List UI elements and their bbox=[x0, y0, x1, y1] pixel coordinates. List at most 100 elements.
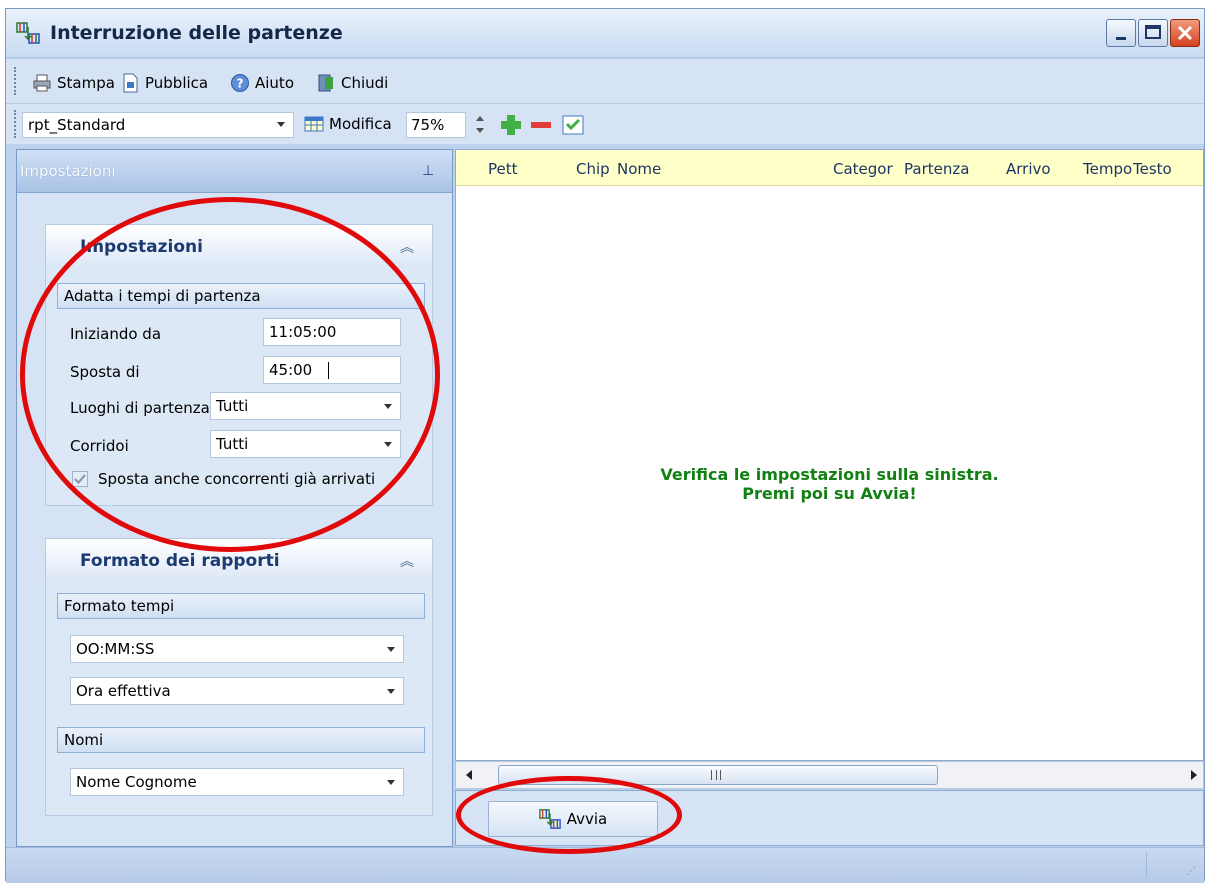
scroll-left-icon[interactable] bbox=[466, 770, 472, 780]
start-from-value: 11:05:00 bbox=[269, 323, 337, 341]
start-places-label: Luoghi di partenza bbox=[70, 399, 210, 417]
corridors-select[interactable]: Tutti bbox=[210, 430, 401, 458]
column-header-pett[interactable]: Pett bbox=[488, 160, 518, 178]
start-places-select[interactable]: Tutti bbox=[210, 392, 401, 420]
maximize-icon bbox=[1145, 25, 1161, 39]
publish-button[interactable]: Pubblica bbox=[120, 73, 208, 93]
settings-group: Impostazioni ︽ Adatta i tempi di partenz… bbox=[45, 224, 433, 506]
toolbar-grip[interactable] bbox=[14, 67, 20, 95]
settings-group-header[interactable]: Impostazioni ︽ bbox=[46, 225, 432, 267]
zoom-out-button[interactable] bbox=[528, 112, 554, 138]
start-button-label: Avvia bbox=[566, 810, 608, 828]
time-type-select[interactable]: Ora effettiva bbox=[70, 677, 404, 705]
status-bar: ⋰ bbox=[6, 847, 1204, 883]
report-format-group-title: Formato dei rapporti bbox=[80, 551, 280, 571]
start-places-value: Tutti bbox=[216, 397, 249, 415]
chevron-down-icon bbox=[387, 780, 395, 785]
column-header-chip[interactable]: Chip bbox=[576, 160, 610, 178]
edit-button[interactable]: Modifica bbox=[304, 114, 392, 134]
zoom-input[interactable]: 75% bbox=[406, 112, 466, 138]
checkmark-icon bbox=[74, 474, 86, 485]
help-button[interactable]: ? Aiuto bbox=[230, 73, 294, 93]
start-from-label: Iniziando da bbox=[70, 325, 162, 343]
column-header-partenza[interactable]: Partenza bbox=[904, 160, 969, 178]
names-label: Nomi bbox=[64, 731, 104, 749]
zoom-in-button[interactable] bbox=[498, 112, 524, 138]
print-button[interactable]: Stampa bbox=[32, 73, 115, 93]
instruction-message: Verifica le impostazioni sulla sinistra.… bbox=[456, 465, 1203, 503]
time-format-select[interactable]: OO:MM:SS bbox=[70, 635, 404, 663]
shift-arrived-label: Sposta anche concorrenti già arrivati bbox=[98, 470, 376, 488]
action-area: Avvia bbox=[455, 790, 1204, 846]
corridors-label: Corridoi bbox=[70, 437, 129, 455]
time-format-value: OO:MM:SS bbox=[76, 640, 155, 658]
close-button[interactable]: Chiudi bbox=[316, 73, 388, 93]
shift-arrived-checkbox[interactable] bbox=[72, 471, 88, 487]
close-icon bbox=[1177, 25, 1193, 41]
edit-label: Modifica bbox=[329, 115, 392, 133]
help-icon: ? bbox=[231, 74, 249, 92]
publish-document-icon bbox=[123, 73, 138, 93]
instruction-line-1: Verifica le impostazioni sulla sinistra. bbox=[660, 465, 999, 484]
column-header-arrivo[interactable]: Arrivo bbox=[1006, 160, 1051, 178]
maximize-button[interactable] bbox=[1138, 19, 1168, 47]
minimize-button[interactable] bbox=[1106, 19, 1136, 47]
report-template-select[interactable]: rpt_Standard bbox=[22, 112, 294, 138]
close-window-button[interactable] bbox=[1170, 19, 1200, 47]
instruction-line-2: Premi poi su Avvia! bbox=[742, 484, 917, 503]
names-subheader: Nomi bbox=[57, 727, 425, 753]
settings-group-title: Impostazioni bbox=[80, 237, 203, 257]
toolbar-grip[interactable] bbox=[14, 110, 20, 138]
report-format-group: Formato dei rapporti ︽ Formato tempi OO:… bbox=[45, 538, 433, 816]
settings-panel: Impostazioni ⊥ Impostazioni ︽ Adatta i t… bbox=[16, 149, 453, 847]
minimize-icon bbox=[1116, 37, 1126, 40]
time-type-value: Ora effettiva bbox=[76, 682, 171, 700]
column-header-testo[interactable]: Testo bbox=[1133, 160, 1172, 178]
minus-icon bbox=[531, 122, 551, 128]
close-label: Chiudi bbox=[341, 74, 389, 92]
settings-panel-header: Impostazioni ⊥ bbox=[17, 150, 452, 193]
app-logo-icon bbox=[16, 22, 40, 44]
status-divider bbox=[1146, 852, 1147, 878]
time-format-subheader: Formato tempi bbox=[57, 593, 425, 619]
horizontal-scrollbar[interactable] bbox=[455, 761, 1204, 789]
start-button[interactable]: Avvia bbox=[488, 801, 658, 837]
shift-by-input[interactable]: 45:00 bbox=[263, 356, 401, 384]
collapse-icon[interactable]: ︽ bbox=[400, 237, 414, 257]
names-format-select[interactable]: Nome Cognome bbox=[70, 768, 404, 796]
column-header-categor[interactable]: Categor bbox=[833, 160, 893, 178]
fit-page-button[interactable] bbox=[560, 112, 586, 138]
column-header-tempo[interactable]: Tempo bbox=[1083, 160, 1132, 178]
adjust-times-label: Adatta i tempi di partenza bbox=[64, 287, 261, 305]
grid-header: Pett Chip Nome Categor Partenza Arrivo T… bbox=[456, 150, 1203, 186]
exit-door-icon bbox=[318, 74, 333, 92]
pin-icon[interactable]: ⊥ bbox=[422, 163, 434, 179]
shift-by-label: Sposta di bbox=[70, 363, 140, 381]
fit-page-icon bbox=[562, 115, 584, 135]
scroll-right-icon[interactable] bbox=[1191, 770, 1197, 780]
scrollbar-thumb[interactable] bbox=[498, 765, 938, 785]
zoom-value: 75% bbox=[411, 116, 445, 134]
print-label: Stampa bbox=[57, 74, 115, 92]
title-bar: Interruzione delle partenze bbox=[6, 9, 1204, 58]
chevron-down-icon bbox=[387, 647, 395, 652]
window-title: Interruzione delle partenze bbox=[50, 22, 343, 44]
resize-grip-icon[interactable]: ⋰ bbox=[1186, 866, 1196, 877]
start-from-input[interactable]: 11:05:00 bbox=[263, 318, 401, 346]
table-icon bbox=[304, 116, 324, 132]
settings-panel-title: Impostazioni bbox=[20, 162, 116, 180]
report-template-value: rpt_Standard bbox=[28, 116, 126, 134]
plus-icon bbox=[501, 115, 521, 135]
zoom-stepper[interactable] bbox=[474, 113, 486, 137]
chevron-down-icon bbox=[476, 128, 484, 133]
time-format-label: Formato tempi bbox=[64, 597, 175, 615]
column-header-nome[interactable]: Nome bbox=[617, 160, 661, 178]
app-window: Interruzione delle partenze Stampa Pubbl… bbox=[5, 8, 1205, 883]
adjust-times-subheader: Adatta i tempi di partenza bbox=[57, 283, 425, 309]
report-toolbar: rpt_Standard Modifica 75% bbox=[6, 104, 1204, 144]
chevron-down-icon bbox=[384, 442, 392, 447]
collapse-icon[interactable]: ︽ bbox=[400, 551, 414, 571]
corridors-value: Tutti bbox=[216, 435, 249, 453]
report-format-group-header[interactable]: Formato dei rapporti ︽ bbox=[46, 539, 432, 581]
svg-text:?: ? bbox=[237, 77, 244, 91]
